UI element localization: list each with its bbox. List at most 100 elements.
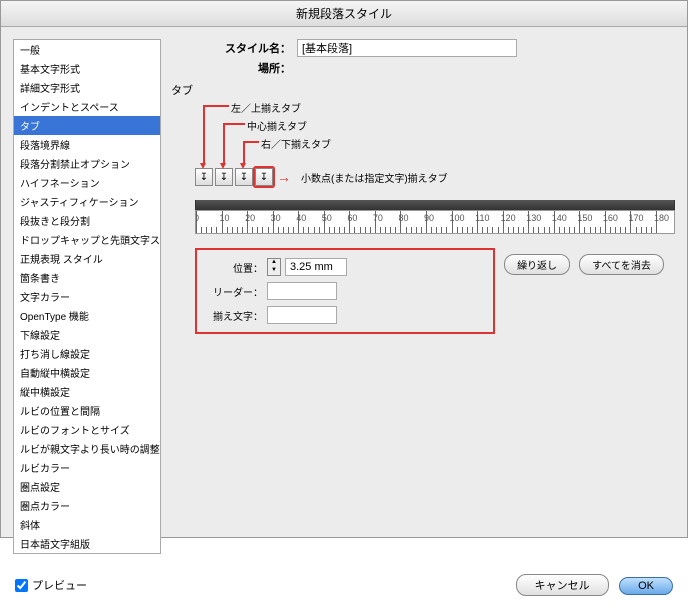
- annot-line: [223, 123, 225, 165]
- ruler-minor-tick: [569, 227, 570, 233]
- ruler-minor-tick: [288, 227, 289, 233]
- sidebar-item[interactable]: ルビのフォントとサイズ: [14, 420, 160, 439]
- annot-line: [203, 105, 229, 107]
- ruler-minor-tick: [600, 227, 601, 233]
- ruler-number: 150: [577, 213, 592, 223]
- stepper-up-icon[interactable]: ▲: [268, 259, 280, 267]
- tab-action-buttons: 繰り返し すべてを消去: [504, 254, 670, 275]
- ruler-minor-tick: [513, 227, 514, 233]
- dialog-title: 新規段落スタイル: [1, 1, 687, 27]
- ruler-number: 100: [450, 213, 465, 223]
- position-input[interactable]: [285, 258, 347, 276]
- leader-label: リーダー：: [207, 284, 263, 299]
- ruler-minor-tick: [457, 227, 458, 233]
- ruler-number: 30: [271, 213, 281, 223]
- sidebar-item[interactable]: ハイフネーション: [14, 173, 160, 192]
- sidebar-item[interactable]: 正規表現 スタイル: [14, 249, 160, 268]
- position-stepper[interactable]: ▲ ▼: [267, 258, 281, 276]
- ruler-minor-tick: [549, 227, 550, 233]
- sidebar-item[interactable]: 圏点設定: [14, 477, 160, 496]
- ruler-minor-tick: [544, 227, 545, 233]
- annot-decimal-label: 小数点(または指定文字)揃えタブ: [301, 170, 448, 185]
- sidebar-item[interactable]: 縦中横設定: [14, 382, 160, 401]
- sidebar-item[interactable]: 下線設定: [14, 325, 160, 344]
- annot-left-label: 左／上揃えタブ: [231, 100, 301, 115]
- arrow-icon: →: [277, 169, 291, 185]
- sidebar-item[interactable]: ジャスティフィケーション: [14, 192, 160, 211]
- ruler-minor-tick: [411, 227, 412, 233]
- ruler-number: 110: [475, 213, 489, 223]
- ruler-minor-tick: [482, 227, 483, 233]
- ok-button[interactable]: OK: [619, 577, 673, 595]
- ruler-minor-tick: [590, 227, 591, 233]
- position-label: 位置：: [207, 260, 263, 275]
- repeat-button[interactable]: 繰り返し: [504, 254, 570, 275]
- ruler-number: 40: [296, 213, 306, 223]
- sidebar-item[interactable]: 圏点カラー: [14, 496, 160, 515]
- sidebar-item[interactable]: OpenType 機能: [14, 306, 160, 325]
- annot-line: [203, 105, 205, 165]
- ruler-minor-tick: [380, 227, 381, 233]
- left-tab-icon[interactable]: ↧: [195, 168, 213, 186]
- sidebar-item[interactable]: インデントとスペース: [14, 97, 160, 116]
- sidebar-item[interactable]: 文字カラー: [14, 287, 160, 306]
- ruler-minor-tick: [344, 227, 345, 233]
- sidebar-item[interactable]: 一般: [14, 40, 160, 59]
- sidebar-item[interactable]: 詳細文字形式: [14, 78, 160, 97]
- preview-checkbox-container[interactable]: プレビュー: [15, 577, 87, 593]
- sidebar-item[interactable]: タブ: [14, 116, 160, 135]
- ruler-minor-tick: [431, 227, 432, 233]
- ruler-minor-tick: [227, 227, 228, 233]
- sidebar-item[interactable]: 日本語文字組版: [14, 534, 160, 553]
- leader-input[interactable]: [267, 282, 337, 300]
- ruler-number: 80: [398, 213, 408, 223]
- ruler-minor-tick: [636, 227, 637, 233]
- sidebar-item[interactable]: 段落分割禁止オプション: [14, 154, 160, 173]
- alignchar-input[interactable]: [267, 306, 337, 324]
- arrowhead-icon: [220, 163, 226, 169]
- category-sidebar[interactable]: 一般基本文字形式詳細文字形式インデントとスペースタブ段落境界線段落分割禁止オプシ…: [13, 39, 161, 554]
- sidebar-item[interactable]: ルビの位置と間隔: [14, 401, 160, 420]
- ruler-minor-tick: [365, 227, 366, 233]
- tab-ruler[interactable]: 0102030405060708090100110120130140150160…: [195, 200, 675, 234]
- dialog-content: 一般基本文字形式詳細文字形式インデントとスペースタブ段落境界線段落分割禁止オプシ…: [1, 27, 687, 566]
- preview-checkbox[interactable]: [15, 579, 28, 592]
- sidebar-item[interactable]: ルビが親文字より長い時の調整: [14, 439, 160, 458]
- ruler-minor-tick: [641, 227, 642, 233]
- center-tab-icon[interactable]: ↧: [215, 168, 233, 186]
- ruler-scale[interactable]: 0102030405060708090100110120130140150160…: [195, 210, 675, 234]
- ruler-minor-tick: [252, 227, 253, 233]
- sidebar-item[interactable]: 基本文字形式: [14, 59, 160, 78]
- ruler-minor-tick: [339, 227, 340, 233]
- ruler-minor-tick: [518, 227, 519, 233]
- ruler-minor-tick: [498, 227, 499, 233]
- decimal-tab-icon[interactable]: ↧: [255, 168, 273, 186]
- stepper-down-icon[interactable]: ▼: [268, 267, 280, 275]
- ruler-minor-tick: [319, 227, 320, 233]
- ruler-minor-tick: [487, 227, 488, 233]
- clear-all-button[interactable]: すべてを消去: [579, 254, 664, 275]
- style-name-input[interactable]: [297, 39, 517, 57]
- ruler-number: 140: [552, 213, 567, 223]
- sidebar-item[interactable]: 打ち消し線設定: [14, 344, 160, 363]
- right-tab-icon[interactable]: ↧: [235, 168, 253, 186]
- cancel-button[interactable]: キャンセル: [516, 574, 609, 596]
- ruler-minor-tick: [242, 227, 243, 233]
- ruler-number: 50: [322, 213, 332, 223]
- sidebar-item[interactable]: 箇条書き: [14, 268, 160, 287]
- ruler-minor-tick: [620, 227, 621, 233]
- ruler-minor-tick: [610, 227, 611, 233]
- ruler-minor-tick: [201, 227, 202, 233]
- ruler-minor-tick: [646, 227, 647, 233]
- ruler-minor-tick: [584, 227, 585, 233]
- sidebar-item[interactable]: 段抜きと段分割: [14, 211, 160, 230]
- sidebar-item[interactable]: 斜体: [14, 515, 160, 534]
- ruler-minor-tick: [446, 227, 447, 233]
- sidebar-item[interactable]: ドロップキャップと先頭文字スタイル: [14, 230, 160, 249]
- sidebar-item[interactable]: ルビカラー: [14, 458, 160, 477]
- sidebar-item[interactable]: 段落境界線: [14, 135, 160, 154]
- sidebar-item[interactable]: 自動縦中横設定: [14, 363, 160, 382]
- ruler-minor-tick: [268, 227, 269, 233]
- tab-type-icons: ↧ ↧ ↧ ↧ → 小数点(または指定文字)揃えタブ: [195, 168, 675, 186]
- ruler-minor-tick: [406, 227, 407, 233]
